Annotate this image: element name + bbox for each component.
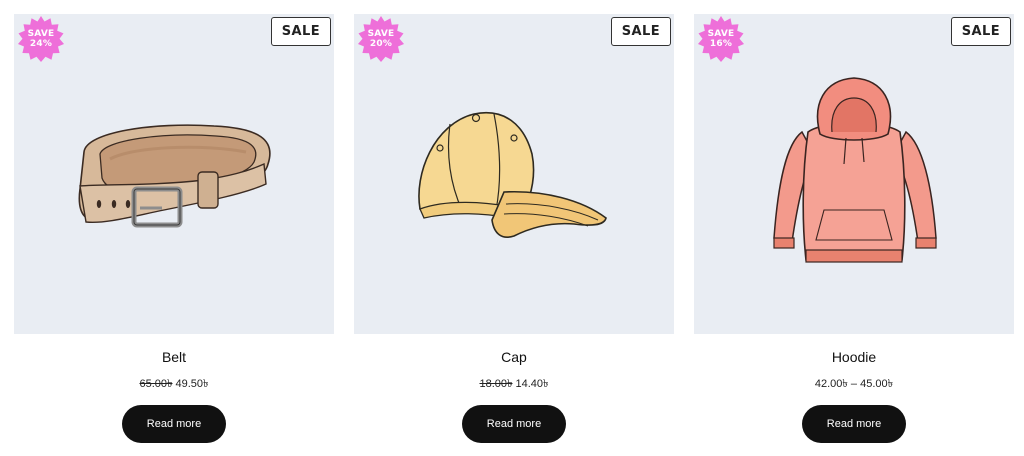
product-card-cap: SAVE 20% SALE Cap 18.00৳ 14.40৳ Read more [354, 14, 674, 443]
read-more-button[interactable]: Read more [122, 405, 226, 443]
read-more-button[interactable]: Read more [462, 405, 566, 443]
save-badge-text: SAVE 24% [27, 29, 55, 49]
original-price: 18.00৳ [479, 378, 513, 390]
read-more-button[interactable]: Read more [802, 405, 906, 443]
product-grid: SAVE 24% SALE Belt 65.00৳ 49.50৳ Read more [0, 0, 1024, 456]
product-card-belt: SAVE 24% SALE Belt 65.00৳ 49.50৳ Read more [14, 14, 334, 443]
product-title[interactable]: Belt [14, 349, 334, 365]
save-badge: SAVE 16% [695, 15, 747, 67]
sale-tag: SALE [950, 17, 1011, 46]
product-title[interactable]: Cap [354, 349, 674, 365]
product-image-hoodie[interactable]: SAVE 16% SALE [694, 14, 1014, 334]
sale-price: 49.50৳ [175, 378, 209, 390]
save-badge: SAVE 20% [355, 15, 407, 67]
product-image-belt[interactable]: SAVE 24% SALE [14, 14, 334, 334]
save-badge-text: SAVE 20% [367, 29, 395, 49]
product-title[interactable]: Hoodie [694, 349, 1014, 365]
product-price: 65.00৳ 49.50৳ [14, 375, 334, 394]
sale-price: 14.40৳ [515, 378, 549, 390]
product-card-hoodie: SAVE 16% SALE Hoodie 42.00৳ – 45.00৳ Read… [694, 14, 1014, 443]
original-price: 65.00৳ [139, 378, 173, 390]
product-price: 18.00৳ 14.40৳ [354, 375, 674, 394]
sale-tag: SALE [270, 17, 331, 46]
price-range: 42.00৳ – 45.00৳ [814, 378, 894, 390]
product-price: 42.00৳ – 45.00৳ [694, 375, 1014, 394]
product-image-cap[interactable]: SAVE 20% SALE [354, 14, 674, 334]
save-badge-text: SAVE 16% [707, 29, 735, 49]
save-badge: SAVE 24% [15, 15, 67, 67]
sale-tag: SALE [610, 17, 671, 46]
